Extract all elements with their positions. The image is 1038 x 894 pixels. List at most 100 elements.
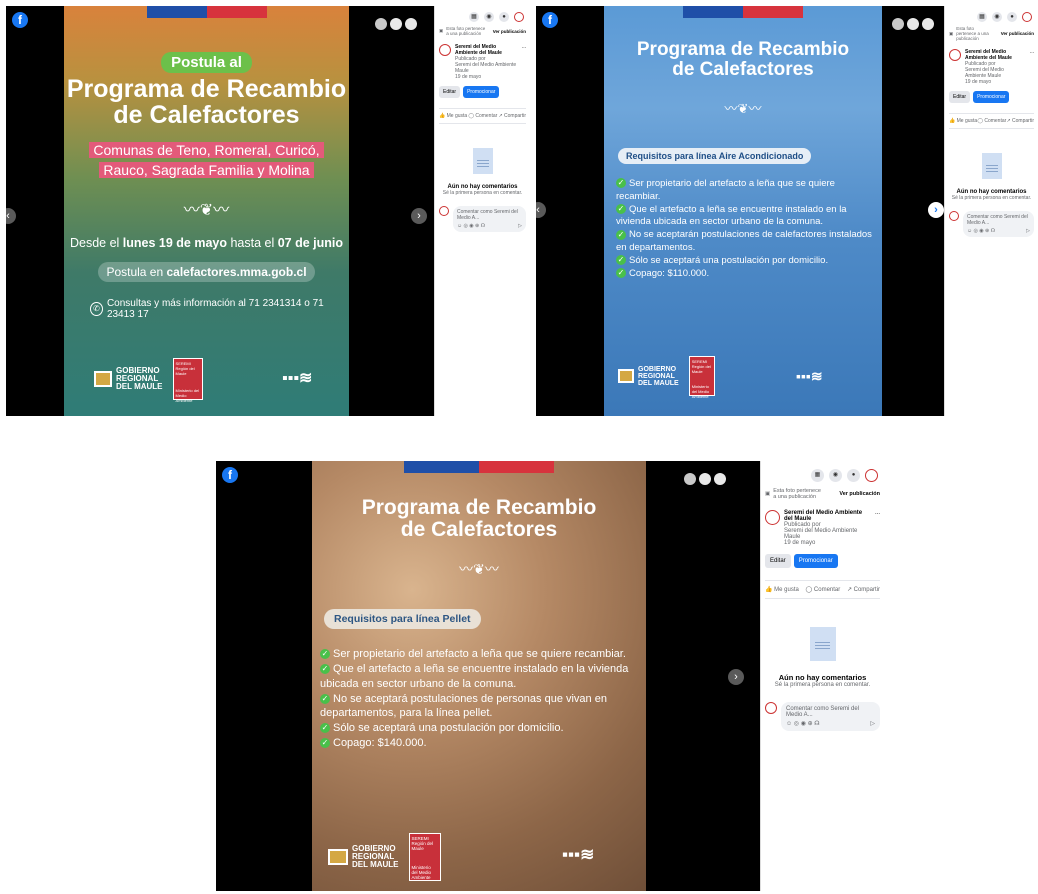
page-name[interactable]: Seremi del Medio Ambiente del Maule — [965, 49, 1026, 61]
seremi-logo: SEREMI Región del Maule Ministerio del Me… — [688, 356, 715, 399]
messenger-icon[interactable]: ◉ — [484, 12, 494, 22]
flag-stripe — [146, 6, 267, 18]
zoom-icon[interactable] — [892, 18, 904, 30]
page-name[interactable]: Seremi del Medio Ambiente del Maule — [455, 44, 518, 56]
requirement-item: ✓ Sólo se aceptará una postulación por do… — [320, 722, 564, 735]
bell-icon[interactable]: ● — [499, 12, 509, 22]
promote-button[interactable]: Promocionar — [463, 86, 500, 98]
photo-viewer: f Postula al Programa de Recambio de Cal… — [6, 6, 434, 416]
more-options-icon[interactable]: ... — [1030, 49, 1034, 85]
edit-button[interactable]: Editar — [765, 554, 791, 568]
photo-viewer: f Programa de Recambio de Calefactores 〰… — [216, 461, 760, 891]
prev-arrow-icon[interactable]: ‹ — [6, 208, 16, 224]
messenger-icon[interactable]: ◉ — [992, 12, 1002, 22]
share-button[interactable]: ↗ Compartir — [1006, 118, 1034, 124]
no-comments: Aún no hay comentarios Sé la primera per… — [435, 148, 530, 196]
emoji-icons[interactable]: ☺ ◎ ◉ ⊕ ☊ — [967, 228, 995, 234]
comment-button[interactable]: ◯ Comentar — [806, 586, 841, 593]
view-post-link[interactable]: Ver publicación — [839, 491, 880, 497]
messenger-icon[interactable]: ◉ — [829, 469, 842, 482]
leaf-icon: 〰❦〰 — [459, 561, 499, 577]
mma-logo: ▪▪▪≋ — [796, 368, 823, 384]
photo-note: ▣ Esta foto pertenece a una publicación … — [765, 488, 880, 500]
view-post-link[interactable]: Ver publicación — [1001, 31, 1034, 36]
page-avatar[interactable] — [765, 510, 780, 525]
page-info: Seremi del Medio Ambiente del Maule Publ… — [435, 40, 530, 84]
options-icon[interactable] — [405, 18, 417, 30]
screenshot-1: f Postula al Programa de Recambio de Cal… — [6, 6, 530, 416]
menu-grid-icon[interactable]: ▦ — [469, 12, 479, 22]
no-comments: Aún no hay comentarios Sé la primera per… — [945, 153, 1038, 201]
album-icon: ▣ — [949, 30, 954, 36]
panel-top-icons: ▦ ◉ ● — [761, 461, 884, 482]
slide-image: Postula al Programa de Recambio de Calef… — [64, 6, 349, 416]
next-arrow-icon[interactable]: › — [928, 202, 944, 218]
page-avatar[interactable] — [439, 44, 451, 56]
facebook-logo-icon[interactable]: f — [542, 12, 558, 28]
menu-grid-icon[interactable]: ▦ — [811, 469, 824, 482]
comment-input[interactable]: Comentar como Seremi del Medio A... ☺ ◎ … — [453, 206, 526, 232]
share-button[interactable]: ↗ Compartir — [847, 586, 880, 593]
edit-button[interactable]: Editar — [949, 91, 971, 103]
requirements-list: ✓ Ser propietario del artefacto a leña qu… — [320, 647, 640, 751]
no-comments: Aún no hay comentarios Sé la primera per… — [761, 627, 884, 688]
send-icon[interactable]: ▷ — [1026, 228, 1030, 234]
profile-avatar-icon[interactable] — [865, 469, 878, 482]
post-side-panel: ▦ ◉ ● ▣ Esta foto pertenece a una public… — [434, 6, 530, 416]
document-icon — [472, 148, 493, 174]
like-button[interactable]: 👍 Me gusta — [439, 113, 467, 119]
slide-image: Programa de Recambio de Calefactores 〰❦〰… — [604, 6, 882, 416]
zoom-icon[interactable] — [375, 18, 387, 30]
profile-avatar-icon[interactable] — [514, 12, 524, 22]
bell-icon[interactable]: ● — [1007, 12, 1017, 22]
photo-viewer: f Programa de Recambio de Calefactores 〰… — [536, 6, 944, 416]
requirements-list: ✓ Ser propietario del artefacto a leña qu… — [616, 178, 872, 281]
requirement-item: ✓ Que el artefacto a leña se encuentre in… — [320, 662, 629, 690]
profile-avatar-icon[interactable] — [1022, 12, 1032, 22]
fullscreen-icon[interactable] — [907, 18, 919, 30]
viewer-controls — [892, 18, 934, 30]
comment-input[interactable]: Comentar como Seremi del Medio A... ☺ ◎ … — [963, 211, 1034, 237]
comment-input[interactable]: Comentar como Seremi del Medio A... ☺ ◎ … — [781, 702, 880, 731]
prev-arrow-icon[interactable]: ‹ — [536, 202, 546, 218]
flag-stripe — [683, 6, 803, 18]
more-options-icon[interactable]: ... — [875, 510, 880, 546]
requirement-item: ✓ Que el artefacto a leña se encuentre in… — [616, 203, 847, 228]
requirement-item: ✓ Ser propietario del artefacto a leña qu… — [320, 648, 626, 660]
options-icon[interactable] — [714, 473, 726, 485]
promote-button[interactable]: Promocionar — [793, 554, 838, 568]
more-options-icon[interactable]: ... — [522, 44, 526, 80]
menu-grid-icon[interactable]: ▦ — [977, 12, 987, 22]
facebook-logo-icon[interactable]: f — [12, 12, 28, 28]
options-icon[interactable] — [922, 18, 934, 30]
zoom-icon[interactable] — [684, 473, 696, 485]
emoji-icons[interactable]: ☺ ◎ ◉ ⊕ ☊ — [786, 720, 820, 727]
edit-button[interactable]: Editar — [439, 86, 461, 98]
comment-button[interactable]: ◯ Comentar — [468, 113, 497, 119]
leaf-icon: 〰❦〰 — [183, 202, 230, 219]
requirement-item: ✓ No se aceptará postulaciones de persona… — [320, 692, 607, 720]
requirement-item: ✓ Sólo se aceptará una postulación por do… — [616, 254, 829, 266]
fullscreen-icon[interactable] — [699, 473, 711, 485]
view-post-link[interactable]: Ver publicación — [493, 29, 526, 34]
next-arrow-icon[interactable]: › — [411, 208, 427, 224]
album-icon: ▣ — [765, 491, 771, 497]
like-button[interactable]: 👍 Me gusta — [765, 586, 799, 593]
next-arrow-icon[interactable]: › — [728, 669, 744, 685]
promote-button[interactable]: Promocionar — [973, 91, 1010, 103]
emoji-icons[interactable]: ☺ ◎ ◉ ⊕ ☊ — [457, 223, 485, 229]
logos-row: GOBIERNO REGIONAL DEL MAULE SEREMI Región d… — [94, 358, 203, 403]
fullscreen-icon[interactable] — [390, 18, 402, 30]
bell-icon[interactable]: ● — [847, 469, 860, 482]
send-icon[interactable]: ▷ — [870, 720, 875, 727]
facebook-logo-icon[interactable]: f — [222, 467, 238, 483]
page-name[interactable]: Seremi del Medio Ambiente del Maule — [784, 510, 871, 522]
share-button[interactable]: ↗ Compartir — [498, 113, 526, 119]
page-avatar[interactable] — [949, 49, 961, 61]
slide-title: Programa de Recambio de Calefactores — [636, 39, 850, 80]
send-icon[interactable]: ▷ — [518, 223, 522, 229]
comment-button[interactable]: ◯ Comentar — [977, 118, 1006, 124]
like-button[interactable]: 👍 Me gusta — [949, 118, 977, 124]
panel-top-icons: ▦ ◉ ● — [945, 6, 1038, 22]
viewer-controls — [375, 18, 417, 30]
